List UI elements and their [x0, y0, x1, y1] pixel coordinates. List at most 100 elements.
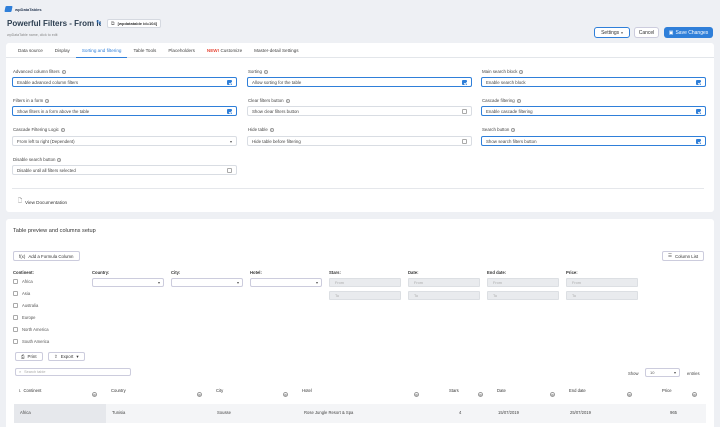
save-changes-button[interactable]: ▣ Save Changes [664, 27, 713, 38]
checkbox-unchecked[interactable] [227, 167, 232, 173]
hide-table-toggle[interactable]: Hide table before filtering [247, 136, 472, 146]
checkbox-checked[interactable] [227, 108, 232, 114]
continent-option-south-america[interactable]: South America [13, 339, 49, 344]
end-date-from-input[interactable]: From [487, 278, 559, 287]
city-select[interactable]: ▾ [171, 278, 243, 287]
column-settings-icon[interactable]: ⚙ [414, 392, 419, 397]
info-icon: i [269, 127, 274, 132]
tab-display[interactable]: Display [49, 43, 76, 58]
table-search-input[interactable]: ⌕ Search table [15, 368, 131, 376]
column-settings-icon[interactable]: ⚙ [197, 392, 202, 397]
column-list-label: Column List [674, 253, 699, 259]
main-search-label: Main search block i [482, 69, 524, 74]
table-title[interactable]: Powerful Filters - From left to [7, 19, 101, 28]
cascade-logic-select[interactable]: From left to right (Dependent) ▾ [12, 136, 237, 146]
tab-sorting-filtering[interactable]: Sorting and filtering [75, 43, 128, 58]
filters-form-toggle[interactable]: Show filters in a form above the table [12, 106, 237, 116]
export-button[interactable]: ⇪ Export ▾ [48, 352, 85, 361]
checkbox-unchecked[interactable] [13, 327, 18, 332]
checkbox-unchecked[interactable] [13, 315, 18, 320]
settings-label: Settings [601, 29, 620, 36]
tab-customize[interactable]: NEW! Customize [201, 43, 248, 58]
stars-from-input[interactable]: From [329, 278, 401, 287]
checkbox-unchecked[interactable] [13, 291, 18, 296]
end-date-to-input[interactable]: To [487, 291, 559, 300]
cell-city: Sousse [217, 410, 231, 415]
date-from-input[interactable]: From [408, 278, 480, 287]
print-button[interactable]: ⎙ Print [15, 352, 43, 361]
date-to-input[interactable]: To [408, 291, 480, 300]
add-formula-button[interactable]: f(x) Add a Formula Column [13, 251, 80, 261]
caret-down-icon: ▾ [229, 138, 232, 144]
info-icon: i [57, 157, 62, 162]
column-settings-icon[interactable]: ⚙ [550, 392, 555, 397]
country-select[interactable]: ▾ [92, 278, 164, 287]
column-header-country[interactable]: Country [111, 388, 126, 393]
cell-stars: 4 [459, 410, 462, 415]
checkbox-unchecked[interactable] [13, 303, 18, 308]
tab-master-detail[interactable]: Master-detail Settings [248, 43, 304, 58]
hotel-select[interactable]: ▾ [250, 278, 322, 287]
column-settings-icon[interactable]: ⚙ [478, 392, 483, 397]
column-header-city[interactable]: City [216, 388, 223, 393]
column-header-hotel[interactable]: Hotel [302, 388, 312, 393]
stars-to-input[interactable]: To [329, 291, 401, 300]
caret-down-icon: ▾ [76, 353, 79, 359]
column-settings-icon[interactable]: ⚙ [692, 392, 697, 397]
continent-option-north-america[interactable]: North America [13, 327, 49, 332]
cell-continent: Africa [20, 410, 31, 415]
cancel-button[interactable]: Cancel [634, 27, 659, 38]
checkbox-unchecked[interactable] [13, 279, 18, 284]
column-header-date[interactable]: Date [497, 388, 506, 393]
column-header-end-date[interactable]: End date [569, 388, 586, 393]
column-header-price[interactable]: Price [662, 388, 672, 393]
shortcode-box[interactable]: ⧉ [wpdatatable id=104] [107, 19, 162, 28]
search-button-label: Search button i [482, 127, 516, 132]
tab-placeholders[interactable]: Placeholders [162, 43, 201, 58]
checkbox-checked[interactable] [696, 79, 701, 85]
info-icon: i [516, 98, 521, 103]
column-settings-icon[interactable]: ⚙ [627, 392, 632, 397]
continent-option-asia[interactable]: Asia [13, 291, 30, 296]
search-button-toggle[interactable]: Show search filters button [481, 136, 706, 146]
main-search-toggle[interactable]: Enable search block [481, 77, 706, 87]
edit-pencil-icon[interactable]: ✎ [96, 19, 102, 27]
info-icon: i [60, 127, 65, 132]
checkbox-unchecked[interactable] [13, 339, 18, 344]
continent-option-africa[interactable]: Africa [13, 279, 33, 284]
column-list-button[interactable]: ☰ Column List [662, 251, 705, 261]
new-badge: NEW! [206, 48, 220, 53]
info-icon: i [285, 98, 290, 103]
column-header-stars[interactable]: Stars [449, 388, 459, 393]
checkbox-checked[interactable] [227, 79, 232, 85]
show-label: Show [628, 371, 639, 376]
column-header-continent[interactable]: ⇂ Continent [18, 388, 41, 393]
sorting-toggle[interactable]: Allow sorting for the table [247, 77, 472, 87]
column-settings-icon[interactable]: ⚙ [283, 392, 288, 397]
disable-search-toggle[interactable]: Disable until all filters selected [12, 165, 237, 175]
entries-select[interactable]: 10 ▾ [645, 368, 680, 377]
checkbox-checked[interactable] [696, 138, 701, 144]
clear-filters-toggle[interactable]: Show clear filters button [247, 106, 472, 116]
filter-city-label: City: [171, 270, 181, 275]
adv-filters-toggle[interactable]: Enable advanced column filters [12, 77, 237, 87]
column-settings-icon[interactable]: ⚙ [92, 392, 97, 397]
checkbox-checked[interactable] [696, 108, 701, 114]
continent-option-europe[interactable]: Europe [13, 315, 36, 320]
checkbox-checked[interactable] [462, 79, 467, 85]
filter-stars-label: Stars: [329, 270, 341, 275]
cascade-filtering-toggle[interactable]: Enable cascade filtering [481, 106, 706, 116]
checkbox-unchecked[interactable] [462, 108, 467, 114]
checkbox-unchecked[interactable] [462, 138, 467, 144]
copy-icon[interactable]: ⧉ [111, 21, 115, 27]
list-icon: ☰ [668, 253, 672, 258]
tab-data-source[interactable]: Data source [12, 43, 49, 58]
tab-table-tools[interactable]: Table Tools [127, 43, 162, 58]
view-documentation-link[interactable]: 🗋 View Documentation [18, 198, 67, 206]
price-to-input[interactable]: To [566, 291, 638, 300]
price-from-input[interactable]: From [566, 278, 638, 287]
continent-option-australia[interactable]: Australia [13, 303, 38, 308]
logo-text: wpDataTables [15, 6, 42, 12]
settings-button[interactable]: Settings ▾ [594, 27, 630, 38]
cell-date: 15/07/2019 [498, 410, 519, 415]
